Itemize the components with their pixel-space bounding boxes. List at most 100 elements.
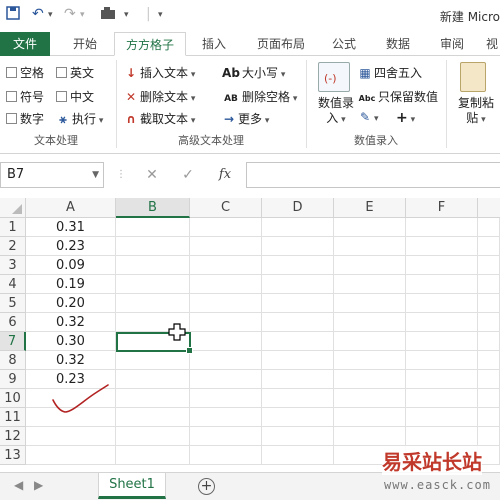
tab-insert[interactable]: 插入 (192, 32, 236, 56)
cell-d13[interactable] (262, 446, 334, 465)
cell-a3[interactable]: 0.09 (26, 256, 116, 275)
cell-a4[interactable]: 0.19 (26, 275, 116, 294)
cell-a13[interactable] (26, 446, 116, 465)
cell-f1[interactable] (406, 218, 478, 237)
cell-c3[interactable] (190, 256, 262, 275)
row-header-3[interactable]: 3 (0, 256, 26, 275)
chevron-down-icon[interactable]: ▼ (92, 163, 99, 187)
row-header-6[interactable]: 6 (0, 313, 26, 332)
insert-text-button[interactable]: ↓ 插入文本 ▾ (124, 64, 195, 81)
cell-g4[interactable] (478, 275, 500, 294)
cell-b5[interactable] (116, 294, 190, 313)
checkbox-icon[interactable] (6, 67, 17, 78)
cell-g6[interactable] (478, 313, 500, 332)
cell-g9[interactable] (478, 370, 500, 389)
cell-d7[interactable] (262, 332, 334, 351)
cell-a7[interactable]: 0.30 (26, 332, 116, 351)
cell-g11[interactable] (478, 408, 500, 427)
cell-a8[interactable]: 0.32 (26, 351, 116, 370)
cell-b11[interactable] (116, 408, 190, 427)
cell-e2[interactable] (334, 237, 406, 256)
tab-file[interactable]: 文件 (0, 32, 50, 56)
cell-b9[interactable] (116, 370, 190, 389)
cell-c10[interactable] (190, 389, 262, 408)
numeric-entry-button[interactable]: 数值录入 ▾ (316, 96, 356, 128)
row-header-10[interactable]: 10 (0, 389, 26, 408)
row-header-8[interactable]: 8 (0, 351, 26, 370)
checkbox-icon[interactable] (56, 67, 67, 78)
undo-dropdown-icon[interactable]: ▾ (48, 10, 53, 20)
column-header-b[interactable]: B (116, 198, 190, 218)
round-button[interactable]: ▦ 四舍五入 (358, 64, 422, 81)
cell-b12[interactable] (116, 427, 190, 446)
row-header-9[interactable]: 9 (0, 370, 26, 389)
checkbox-icon[interactable] (6, 113, 17, 124)
cell-g1[interactable] (478, 218, 500, 237)
delete-text-button[interactable]: ✕ 删除文本 ▾ (124, 88, 195, 105)
checkbox-english[interactable]: 英文 (56, 64, 94, 81)
cell-f12[interactable] (406, 427, 478, 446)
cell-d6[interactable] (262, 313, 334, 332)
cell-b10[interactable] (116, 389, 190, 408)
confirm-icon[interactable]: ✓ (176, 162, 200, 188)
checkbox-symbol[interactable]: 符号 (6, 88, 44, 105)
cell-f9[interactable] (406, 370, 478, 389)
cell-e7[interactable] (334, 332, 406, 351)
cell-c6[interactable] (190, 313, 262, 332)
case-button[interactable]: Ab 大小写 ▾ (222, 64, 285, 81)
cell-e4[interactable] (334, 275, 406, 294)
column-header-a[interactable]: A (26, 198, 116, 218)
cell-d5[interactable] (262, 294, 334, 313)
checkbox-chinese[interactable]: 中文 (56, 88, 94, 105)
cell-c2[interactable] (190, 237, 262, 256)
cell-d3[interactable] (262, 256, 334, 275)
sheet-nav-prev-icon[interactable]: ◀ (14, 478, 23, 492)
row-header-2[interactable]: 2 (0, 237, 26, 256)
cell-c4[interactable] (190, 275, 262, 294)
clipboard-icon[interactable] (460, 62, 486, 92)
formula-bar-grip[interactable]: ⋮ (116, 162, 126, 188)
cell-f3[interactable] (406, 256, 478, 275)
row-header-4[interactable]: 4 (0, 275, 26, 294)
cell-e11[interactable] (334, 408, 406, 427)
copy-paste-button[interactable]: 复制粘贴 ▾ (454, 96, 498, 128)
cell-a1[interactable]: 0.31 (26, 218, 116, 237)
redo-dropdown-icon[interactable]: ▾ (80, 10, 85, 20)
cell-c12[interactable] (190, 427, 262, 446)
column-header-e[interactable]: E (334, 198, 406, 218)
checkbox-icon[interactable] (6, 91, 17, 102)
cancel-icon[interactable]: ✕ (140, 162, 164, 188)
numeric-entry-icon[interactable]: (-) (318, 62, 350, 92)
tab-fangfang[interactable]: 方方格子 (114, 32, 186, 56)
column-header-g[interactable] (478, 198, 500, 218)
sheet-tab-sheet1[interactable]: Sheet1 (98, 473, 166, 499)
cell-c9[interactable] (190, 370, 262, 389)
cell-d4[interactable] (262, 275, 334, 294)
cell-b8[interactable] (116, 351, 190, 370)
cell-f10[interactable] (406, 389, 478, 408)
cell-e9[interactable] (334, 370, 406, 389)
row-header-11[interactable]: 11 (0, 408, 26, 427)
cell-d12[interactable] (262, 427, 334, 446)
cell-f7[interactable] (406, 332, 478, 351)
cell-g12[interactable] (478, 427, 500, 446)
cell-c1[interactable] (190, 218, 262, 237)
cell-e12[interactable] (334, 427, 406, 446)
cell-f2[interactable] (406, 237, 478, 256)
column-header-d[interactable]: D (262, 198, 334, 218)
tab-review[interactable]: 审阅 (430, 32, 474, 56)
cell-b3[interactable] (116, 256, 190, 275)
cell-f4[interactable] (406, 275, 478, 294)
edit-button[interactable]: ✎ ▾ (358, 110, 379, 124)
keep-numeric-button[interactable]: Abc 只保留数值 (358, 88, 438, 105)
cell-a5[interactable]: 0.20 (26, 294, 116, 313)
column-header-f[interactable]: F (406, 198, 478, 218)
tab-view[interactable]: 视 (484, 32, 500, 56)
cell-e1[interactable] (334, 218, 406, 237)
undo-icon[interactable]: ↶ (32, 6, 44, 22)
cell-e6[interactable] (334, 313, 406, 332)
cell-c8[interactable] (190, 351, 262, 370)
save-icon[interactable] (6, 6, 20, 24)
cell-f6[interactable] (406, 313, 478, 332)
cell-g10[interactable] (478, 389, 500, 408)
